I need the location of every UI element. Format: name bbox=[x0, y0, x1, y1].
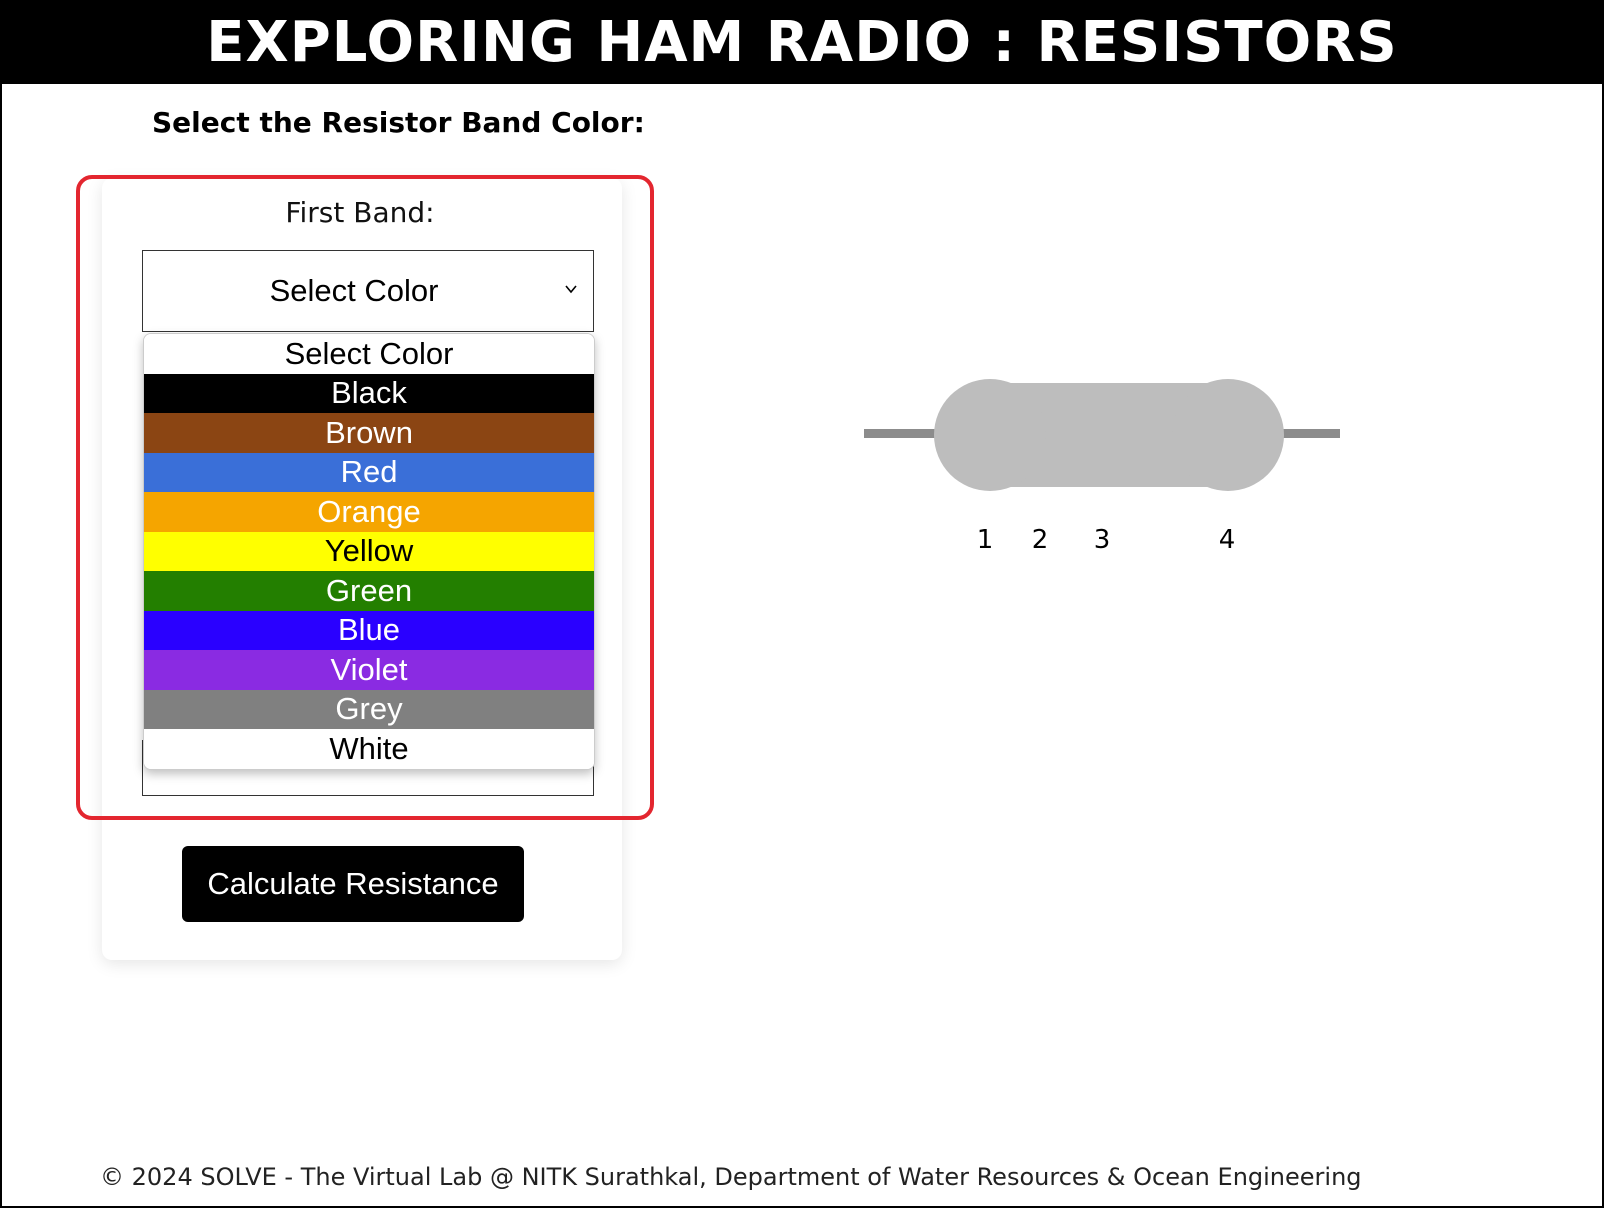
page-header: EXPLORING HAM RADIO : RESISTORS bbox=[0, 0, 1604, 84]
resistor-left-cap bbox=[934, 379, 1046, 491]
highlight-outline bbox=[76, 175, 654, 820]
resistor-left-lead bbox=[864, 429, 940, 438]
band-number-3: 3 bbox=[1093, 525, 1111, 555]
band-number-1: 1 bbox=[976, 525, 994, 555]
page-title: EXPLORING HAM RADIO : RESISTORS bbox=[206, 9, 1398, 75]
calculate-resistance-button[interactable]: Calculate Resistance bbox=[182, 846, 524, 922]
band-number-2: 2 bbox=[1031, 525, 1049, 555]
band-number-4: 4 bbox=[1218, 525, 1236, 555]
section-subtitle: Select the Resistor Band Color: bbox=[152, 106, 645, 139]
resistor-right-cap bbox=[1172, 379, 1284, 491]
footer-copyright: © 2024 SOLVE - The Virtual Lab @ NITK Su… bbox=[100, 1163, 1362, 1191]
